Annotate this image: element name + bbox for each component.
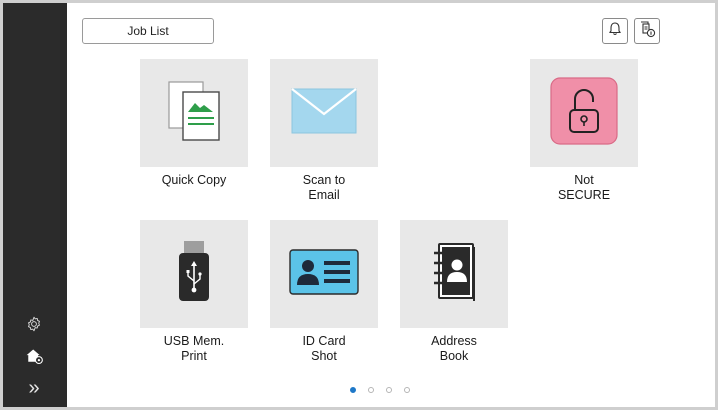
job-status-button[interactable]	[634, 18, 660, 44]
unlocked-padlock-icon	[549, 76, 619, 151]
bell-icon	[607, 21, 623, 42]
tile-quick-copy[interactable]: Quick Copy	[140, 59, 250, 188]
tile-id-card-shot[interactable]: ID Card Shot	[270, 220, 380, 364]
page-dot-1[interactable]	[350, 387, 356, 393]
home-settings-icon	[24, 347, 44, 370]
address-book-icon	[426, 239, 482, 310]
quick-copy-icon	[163, 78, 225, 149]
tile-label: ID Card Shot	[302, 334, 346, 363]
tile-label: Quick Copy	[161, 173, 227, 187]
tile-scan-to-email[interactable]: Scan to Email	[270, 59, 380, 203]
tile-icon-box	[400, 220, 508, 328]
notification-button[interactable]	[602, 18, 628, 44]
tile-usb-mem-print[interactable]: USB Mem. Print	[140, 220, 250, 364]
page-dot-2[interactable]	[368, 387, 374, 393]
tile-address-book[interactable]: Address Book	[400, 220, 510, 364]
tile-icon-box	[530, 59, 638, 167]
envelope-icon	[291, 87, 357, 139]
job-status-icon	[638, 20, 656, 43]
tile-icon-box	[270, 220, 378, 328]
tile-icon-box	[140, 220, 248, 328]
tile-label: USB Mem. Print	[163, 334, 225, 363]
tile-icon-box	[140, 59, 248, 167]
page-dot-4[interactable]	[404, 387, 410, 393]
page-indicator	[350, 387, 410, 393]
tile-not-secure[interactable]: Not SECURE	[530, 59, 640, 203]
id-card-icon	[289, 248, 359, 300]
expand-button[interactable]: »	[19, 375, 49, 401]
page-dot-3[interactable]	[386, 387, 392, 393]
tile-label: Not SECURE	[557, 173, 611, 202]
job-list-button[interactable]: Job List	[82, 18, 214, 44]
sidebar: »	[3, 3, 67, 407]
settings-button[interactable]	[19, 313, 49, 339]
home-settings-button[interactable]	[19, 345, 49, 371]
settings-gear-icon	[25, 315, 43, 338]
usb-icon	[174, 239, 214, 310]
expand-chevrons-icon: »	[28, 377, 40, 399]
tile-label: Address Book	[431, 334, 477, 363]
home-screen: Job List Quick Copy Scan to Email Not SE…	[67, 3, 715, 407]
tile-label: Scan to Email	[302, 173, 346, 202]
tile-icon-box	[270, 59, 378, 167]
